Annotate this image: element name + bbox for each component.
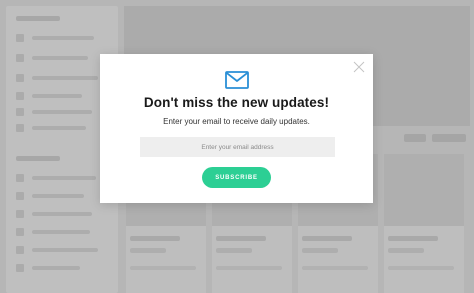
- email-input[interactable]: [140, 137, 335, 157]
- modal-title: Don't miss the new updates!: [143, 95, 330, 110]
- close-icon[interactable]: [353, 61, 365, 73]
- modal-subtitle: Enter your email to receive daily update…: [163, 117, 310, 126]
- envelope-icon: [225, 71, 249, 89]
- subscribe-button[interactable]: SUBSCRIBE: [202, 167, 271, 188]
- subscribe-modal: Don't miss the new updates! Enter your e…: [100, 54, 373, 203]
